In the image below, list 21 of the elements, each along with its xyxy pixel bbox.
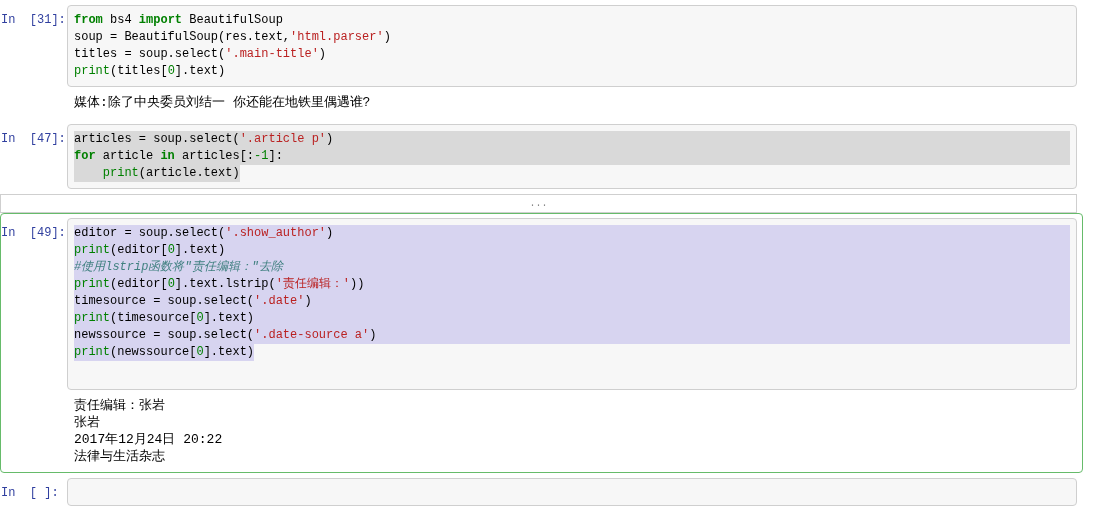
input-prompt: In [47]: — [1, 131, 67, 148]
code-line: titles = soup.select('.main-title') — [74, 46, 327, 63]
code-editor[interactable]: articles = soup.select('.article p') for article in articles[:-1]: print(article.text) — [67, 124, 1077, 189]
code-line: from bs4 import BeautifulSoup — [74, 12, 283, 29]
code-line: soup = BeautifulSoup(res.text,'html.parser') — [74, 29, 391, 46]
collapsed-output-bar[interactable]: ... — [0, 194, 1077, 213]
notebook-cell[interactable] — [0, 213, 1083, 473]
code-editor[interactable] — [67, 218, 1077, 390]
output-text: 媒体:除了中央委员刘结一 你还能在地铁里偶遇谁? — [74, 94, 372, 111]
output-text: 2017年12月24日 20:22 — [74, 431, 224, 448]
input-prompt: In [ ]: — [1, 485, 60, 502]
input-prompt: In [31]: — [1, 12, 67, 29]
code-line: print(titles[0].text) — [74, 63, 226, 80]
notebook-cell[interactable]: In [31]: from bs4 import BeautifulSoup soup = BeautifulSoup(res.text,'html.parser') titles = soup.select('.main-title') print(titles[0].text) 媒体:除了中央委员刘结一 你还能在地铁里偶遇谁? — [0, 0, 1083, 119]
output-text: 法律与生活杂志 — [74, 448, 166, 465]
output-text: 张岩 — [74, 414, 101, 431]
input-prompt: In [49]: — [1, 225, 67, 242]
code-editor[interactable]: from bs4 import BeautifulSoup soup = BeautifulSoup(res.text,'html.parser') titles = soup.select('.main-title') print(titles[0].text) — [67, 5, 1077, 87]
notebook-cell[interactable]: In [ ]: — [0, 473, 1083, 509]
notebook-cell[interactable]: In [47]: articles = soup.select('.article p') for article in articles[:-1]: print(article.text) — [0, 119, 1083, 194]
output-text: 责任编辑：张岩 — [74, 397, 166, 414]
